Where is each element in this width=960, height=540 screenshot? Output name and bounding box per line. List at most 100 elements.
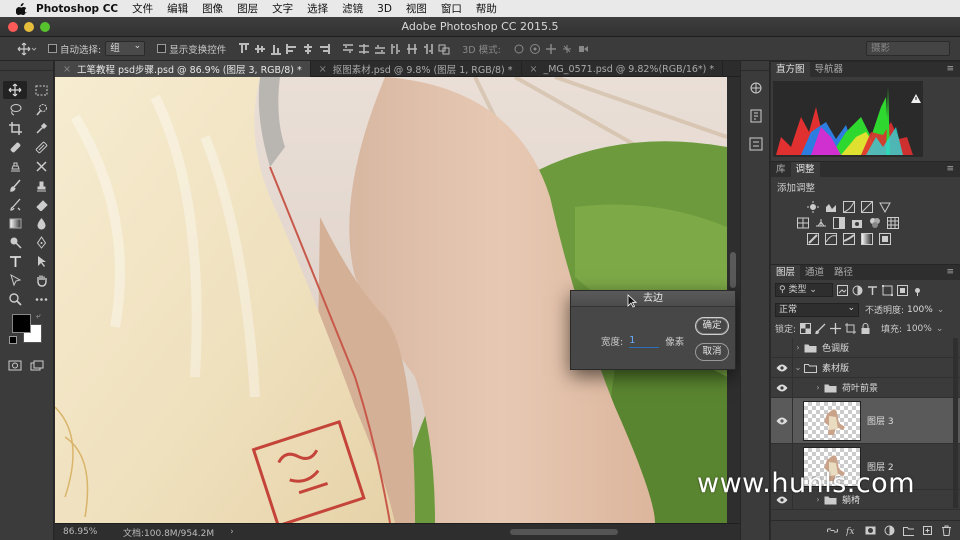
3d-orbit-icon[interactable] <box>513 43 525 55</box>
hand-tool-icon[interactable] <box>29 271 53 289</box>
opacity-input[interactable]: 100% <box>907 305 933 315</box>
horizontal-scroll-thumb[interactable] <box>510 529 618 535</box>
more-tools-icon[interactable] <box>29 290 53 308</box>
link-layers-icon[interactable] <box>827 525 838 536</box>
stamp-tool-icon[interactable] <box>29 176 53 194</box>
3d-slide-icon[interactable] <box>561 43 573 55</box>
dock-grip[interactable] <box>741 61 769 71</box>
gradient-map-icon[interactable] <box>861 233 873 245</box>
new-adjustment-layer-icon[interactable] <box>884 525 895 536</box>
panel-menu-icon[interactable]: ≡ <box>946 64 954 74</box>
lock-transparent-icon[interactable] <box>800 323 812 334</box>
pen-tool-icon[interactable] <box>29 233 53 251</box>
auto-align-icon[interactable] <box>438 43 450 55</box>
menu-layer[interactable]: 图层 <box>237 1 258 16</box>
distribute-hcenter-icon[interactable] <box>406 43 418 55</box>
brush-tool-icon[interactable] <box>3 176 27 194</box>
fill-input[interactable]: 100% <box>906 324 932 334</box>
chevron-down-icon[interactable]: ⌄ <box>793 363 803 372</box>
art-history-brush-icon[interactable] <box>3 195 27 213</box>
auto-select-target-select[interactable]: 组 <box>105 40 146 56</box>
color-lookup-icon[interactable] <box>887 217 899 229</box>
tab-document-3[interactable]: × _MG_0571.psd @ 9.82%(RGB/16*) * <box>522 61 724 77</box>
show-transform-option[interactable]: 显示变换控件 <box>157 42 226 56</box>
3d-panel-icon[interactable] <box>745 77 767 99</box>
zoom-tool-icon[interactable] <box>3 290 27 308</box>
properties-panel-icon[interactable] <box>745 133 767 155</box>
menu-3d[interactable]: 3D <box>377 3 392 15</box>
history-panel-icon[interactable] <box>745 105 767 127</box>
menu-type[interactable]: 文字 <box>272 1 293 16</box>
path-selection-tool-icon[interactable] <box>29 252 53 270</box>
curves-icon[interactable] <box>843 201 855 213</box>
close-tab-icon[interactable]: × <box>530 64 538 75</box>
menu-help[interactable]: 帮助 <box>476 1 497 16</box>
align-vcenter-icon[interactable] <box>254 43 266 55</box>
align-left-icon[interactable] <box>286 43 298 55</box>
default-colors-icon[interactable] <box>9 336 17 344</box>
layer-row-group[interactable]: › 色调版 <box>771 337 960 358</box>
exposure-icon[interactable] <box>861 201 873 213</box>
visibility-toggle-off[interactable] <box>771 337 793 358</box>
zoom-level[interactable]: 86.95% <box>63 527 117 537</box>
quick-selection-tool-icon[interactable] <box>29 100 53 118</box>
quick-mask-icon[interactable] <box>8 360 22 374</box>
lock-pixels-icon[interactable] <box>815 323 826 334</box>
vibrance-icon[interactable] <box>879 201 891 213</box>
panel-menu-icon[interactable]: ≡ <box>946 164 954 174</box>
ok-button[interactable]: 确定 <box>695 317 729 335</box>
type-tool-icon[interactable] <box>3 252 27 270</box>
layer-row-group[interactable]: ⌄ 素材版 <box>771 357 960 378</box>
layer-row-group[interactable]: › 荷叶前景 <box>771 377 960 398</box>
align-top-icon[interactable] <box>238 42 250 55</box>
lasso-tool-icon[interactable] <box>3 100 27 118</box>
blur-tool-icon[interactable] <box>29 214 53 232</box>
tab-document-1[interactable]: × 工笔教程 psd步骤.psd @ 86.9% (图层 3, RGB/8) * <box>55 61 311 77</box>
3d-scale-icon[interactable] <box>577 43 589 55</box>
hue-saturation-icon[interactable] <box>797 217 809 229</box>
history-brush-tool-icon[interactable] <box>29 157 53 175</box>
channel-mixer-icon[interactable] <box>869 217 881 229</box>
lock-all-icon[interactable] <box>860 323 871 334</box>
close-window-button[interactable] <box>8 22 18 32</box>
color-balance-icon[interactable] <box>815 217 827 229</box>
fill-dropdown-icon[interactable]: ⌄ <box>936 324 944 334</box>
distribute-top-icon[interactable] <box>342 43 354 55</box>
type-filter-icon[interactable] <box>867 285 878 296</box>
close-tab-icon[interactable]: × <box>63 64 71 75</box>
app-name-menu[interactable]: Photoshop CC <box>36 3 118 15</box>
photo-filter-icon[interactable] <box>851 217 863 229</box>
gradient-tool-icon[interactable] <box>3 214 27 232</box>
tab-layers[interactable]: 图层 <box>771 265 801 280</box>
brightness-contrast-icon[interactable] <box>807 201 819 213</box>
show-transform-checkbox[interactable] <box>157 44 167 53</box>
delete-layer-icon[interactable] <box>941 525 952 536</box>
layer-style-fx-icon[interactable]: fx <box>846 525 857 536</box>
eyedropper-tool-icon[interactable] <box>29 119 53 137</box>
tab-paths[interactable]: 路径 <box>829 265 858 280</box>
healing-brush-tool-icon[interactable] <box>3 138 27 156</box>
new-layer-icon[interactable] <box>922 525 933 536</box>
brush-tool-icon-alt[interactable] <box>29 138 53 156</box>
eraser-tool-icon[interactable] <box>29 195 53 213</box>
chevron-right-icon[interactable]: › <box>813 383 823 392</box>
align-bottom-icon[interactable] <box>270 43 282 55</box>
panel-menu-icon[interactable]: ≡ <box>946 267 954 277</box>
width-input[interactable]: 1 <box>629 334 660 348</box>
selective-color-icon[interactable] <box>879 233 891 245</box>
threshold-icon[interactable] <box>843 233 855 245</box>
distribute-bottom-icon[interactable] <box>374 43 386 55</box>
maximize-window-button[interactable] <box>40 22 50 32</box>
layer-row-selected[interactable]: 图层 3 <box>771 397 960 444</box>
tab-libraries[interactable]: 库 <box>771 162 791 177</box>
swap-colors-icon[interactable]: ⤶ <box>36 311 40 321</box>
lock-artboard-icon[interactable] <box>845 323 857 334</box>
close-tab-icon[interactable]: × <box>319 64 327 75</box>
distribute-left-icon[interactable] <box>390 43 402 55</box>
menu-window[interactable]: 窗口 <box>441 1 462 16</box>
tools-panel-grip[interactable] <box>0 61 53 71</box>
clone-stamp-tool-icon[interactable] <box>3 157 27 175</box>
marquee-tool-icon[interactable] <box>29 81 53 99</box>
auto-select-option[interactable]: 自动选择: <box>48 42 101 56</box>
menu-select[interactable]: 选择 <box>307 1 328 16</box>
